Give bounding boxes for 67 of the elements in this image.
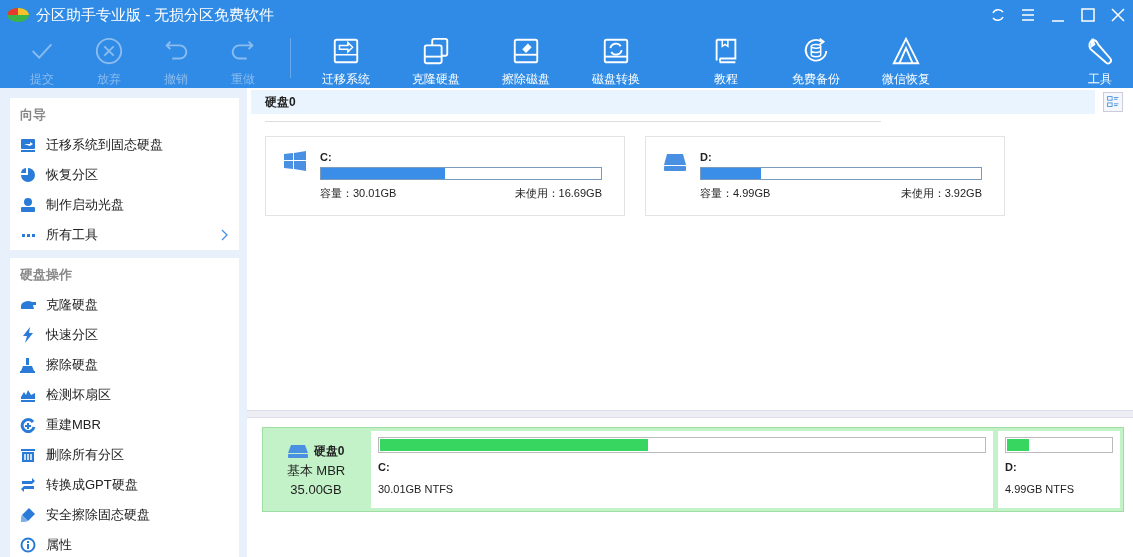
sidebar-item[interactable]: 克隆硬盘: [10, 290, 239, 320]
section-title: 硬盘操作: [19, 266, 73, 284]
free-space-text: 未使用：16.69GB: [514, 186, 602, 201]
volume-card[interactable]: D: 容量：4.99GB 未使用：3.92GB: [645, 136, 1005, 216]
app-logo-icon: [6, 6, 30, 24]
sidebar-item[interactable]: 转换成GPT硬盘: [10, 470, 239, 500]
user-disc-icon: [20, 197, 36, 213]
drive-arrow-icon: [20, 137, 36, 153]
volume-card[interactable]: C: 容量：30.01GB 未使用：16.69GB: [265, 136, 625, 216]
volume-name: C:: [320, 151, 333, 163]
drive-icon: [287, 444, 308, 458]
toolbar-button[interactable]: 教程: [681, 30, 771, 88]
toolbar-button[interactable]: 擦除磁盘: [481, 30, 571, 88]
disk-header: 硬盘0: [251, 90, 1095, 114]
partition-block[interactable]: C: 30.01GB NTFS: [371, 431, 993, 508]
view-toggle-icon[interactable]: [1103, 92, 1123, 112]
capacity-text: 容量：30.01GB: [320, 186, 397, 201]
broom-icon: [20, 357, 36, 373]
trash-icon: [20, 447, 36, 463]
partition-name: D:: [1005, 461, 1018, 473]
windows-logo-icon: [284, 151, 306, 171]
sidebar-item[interactable]: 迁移系统到固态硬盘: [10, 130, 239, 160]
drive-sync-icon: [601, 36, 631, 66]
convert-icon: [20, 477, 36, 493]
sidebar-item[interactable]: 检测坏扇区: [10, 380, 239, 410]
sidebar-item[interactable]: 擦除硬盘: [10, 350, 239, 380]
drive-icon: [664, 151, 686, 171]
rebuild-icon: [20, 417, 36, 433]
toolbar-button[interactable]: 克隆硬盘: [391, 30, 481, 88]
close-icon[interactable]: [1110, 7, 1126, 23]
lightning-icon: [20, 327, 36, 343]
free-space-text: 未使用：3.92GB: [900, 186, 982, 201]
info-icon: [20, 537, 36, 553]
toolbar-button[interactable]: 磁盘转换: [571, 30, 661, 88]
disk-size: 35.00GB: [290, 481, 342, 497]
sidebar-item[interactable]: 重建MBR: [10, 410, 239, 440]
sidebar-item[interactable]: 快速分区: [10, 320, 239, 350]
sidebar-item[interactable]: 安全擦除固态硬盘: [10, 500, 239, 530]
drive-eraser-icon: [511, 36, 541, 66]
volume-name: D:: [700, 151, 713, 163]
refresh-icon[interactable]: [990, 7, 1006, 23]
maximize-icon[interactable]: [1080, 7, 1096, 23]
partition-name: C:: [378, 461, 391, 473]
capacity-text: 容量：4.99GB: [700, 186, 771, 201]
toolbar-button[interactable]: 工具: [1066, 30, 1133, 88]
eraser-icon: [20, 507, 36, 523]
sidebar-item[interactable]: 删除所有分区: [10, 440, 239, 470]
sidebar-item[interactable]: 制作启动光盘: [10, 190, 239, 220]
window-title: 分区助手专业版 - 无损分区免费软件: [36, 5, 275, 25]
pie-chart-icon: [20, 167, 36, 183]
toolbar-button[interactable]: 免费备份: [771, 30, 861, 88]
sidebar-item[interactable]: 恢复分区: [10, 160, 239, 190]
cancel-icon: [93, 36, 124, 66]
triangle-logo-icon: [891, 36, 921, 66]
disk-type: 基本 MBR: [286, 461, 346, 480]
drives-icon: [421, 36, 451, 66]
menu-icon[interactable]: [1020, 7, 1036, 23]
disk-name: 硬盘0: [313, 442, 345, 460]
partition-block[interactable]: D: 4.99GB NTFS: [998, 431, 1120, 508]
toolbar-button[interactable]: 微信恢复: [861, 30, 951, 88]
sidebar-item[interactable]: 属性: [10, 530, 239, 557]
more-icon: [21, 233, 35, 237]
section-title: 向导: [19, 106, 47, 124]
partition-info: 4.99GB NTFS: [1005, 483, 1076, 495]
sidebar-item[interactable]: 所有工具: [10, 220, 239, 250]
partition-info: 30.01GB NTFS: [378, 483, 455, 495]
toolbar-button[interactable]: 迁移系统: [301, 30, 391, 88]
